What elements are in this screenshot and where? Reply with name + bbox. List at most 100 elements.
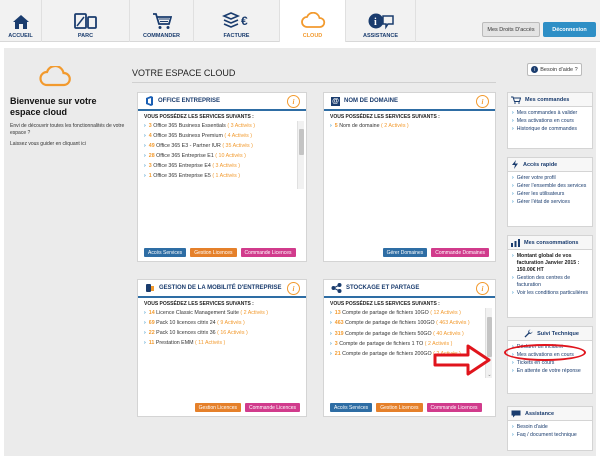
list-item[interactable]: › 4 Office 365 Business Premium ( 4 Activ… (144, 131, 294, 141)
welcome-guide-link[interactable]: Laissez vous guider en cliquant ici (10, 141, 125, 148)
list-item[interactable]: › 13 Compte de partage de fichiers 10GO (… (330, 310, 481, 317)
help-label: Besoin d'aide ? (540, 66, 578, 73)
welcome-panel[interactable]: Bienvenue sur votre espace cloud Envi de… (8, 66, 126, 156)
sidebar-link[interactable]: › Gérer les utilisateurs (512, 191, 588, 198)
sidebar-link[interactable]: › Tickets en cours (512, 360, 588, 367)
info-bubble-icon: i (368, 13, 394, 30)
sidebar-link[interactable]: › Voir les conditions particulières (512, 290, 588, 297)
top-navigation-bar: ACCUEIL PARC COMMANDER € FACTURE CLOUD i… (0, 0, 600, 42)
at-icon: @ (331, 96, 340, 106)
sidebar-quick-access: Accès rapide › Gérer votre profil › Gérer … (507, 157, 593, 227)
sidebar-link[interactable]: › Mes activations en cours (512, 118, 588, 125)
list-item[interactable]: › 14 Licence Classic Management Suite ( 2… (144, 308, 294, 318)
arrow-icon: › (144, 163, 146, 169)
scrollbar[interactable] (297, 121, 304, 189)
nav-parc[interactable]: PARC (42, 0, 130, 42)
manage-domains-button[interactable]: Gérer Domaines (382, 248, 428, 257)
nav-label: FACTURE (223, 33, 250, 39)
arrow-icon: › (144, 340, 146, 346)
sidebar-link[interactable]: › Gérer l'état de services (512, 199, 588, 206)
sidebar-link[interactable]: › Gérer l'ensemble des services (512, 183, 588, 190)
nav-facture[interactable]: € FACTURE (194, 0, 280, 42)
arrow-icon: › (144, 173, 146, 179)
sidebar-link[interactable]: › Gérer votre profil (512, 175, 588, 182)
nav-label: CLOUD (302, 33, 323, 39)
sidebar-link[interactable]: › Historique de commandes (512, 126, 588, 133)
arrow-icon: › (330, 331, 332, 337)
access-rights-button[interactable]: Mes Droits D'accès (482, 22, 540, 37)
info-icon[interactable]: i (287, 282, 300, 295)
logout-button[interactable]: Déconnexion (543, 22, 596, 37)
sidebar-link[interactable]: › Gestion des centres de facturation (512, 275, 588, 289)
service-list: › 3 Office 365 Business Essentials ( 3 Ac… (144, 121, 294, 181)
card-actions: Accès Services Gestion Licences Commande… (330, 403, 482, 412)
manage-licenses-button[interactable]: Gestion Licences (194, 403, 242, 412)
list-item[interactable]: › 319 Compte de partage de fichiers 50GO … (330, 329, 481, 339)
nav-cloud[interactable]: CLOUD (280, 0, 346, 42)
cloud-icon (300, 12, 325, 28)
order-licenses-button[interactable]: Commande Licences (426, 403, 482, 412)
access-services-button[interactable]: Accès Services (144, 248, 187, 257)
office-icon (146, 96, 153, 106)
annotation-ellipse (504, 344, 586, 361)
list-item[interactable]: › 49 Office 365 E3 - Partner IUR ( 35 Act… (144, 141, 294, 151)
sidebar-link[interactable]: › En attente de votre réponse (512, 368, 588, 375)
card-actions: Gestion Licences Commande Licences (194, 403, 300, 412)
list-item[interactable]: › 69 Pack 10 licences citrix 24 ( 9 Activ… (144, 318, 294, 328)
list-item[interactable]: › 5 Nom de domaine ( 2 Activés ) (330, 121, 483, 131)
sidebar-link[interactable]: › Besoin d'aide (512, 424, 588, 431)
euro-layers-icon: € (221, 12, 248, 28)
info-icon[interactable]: i (476, 95, 489, 108)
info-icon: i (531, 66, 539, 73)
sidebar-orders: Mes commandes › Mes commandes à valider ›… (507, 92, 593, 149)
page-title: VOTRE ESPACE CLOUD (132, 68, 236, 78)
card-header: GESTION DE LA MOBILITÉ D'ENTREPRISE i (138, 280, 306, 298)
svg-text:€: € (241, 14, 248, 28)
arrow-icon: › (144, 143, 146, 149)
billing-summary: › Montant global de vos facturation Janvi… (512, 253, 580, 273)
home-icon (12, 15, 29, 29)
list-item[interactable]: › 463 Compte de partage de fichiers 100GO… (330, 320, 481, 327)
card-subtitle: VOUS POSSÉDEZ LES SERVICES SUIVANTS : (144, 114, 254, 120)
bar-chart-icon (511, 238, 520, 247)
arrow-icon: › (330, 123, 332, 129)
annotation-arrow-icon (433, 344, 491, 376)
manage-licenses-button[interactable]: Gestion Licences (190, 248, 237, 257)
list-item[interactable]: › 11 Prestation EMM ( 11 Activés ) (144, 338, 294, 348)
card-subtitle: VOUS POSSÉDEZ LES SERVICES SUIVANTS : (330, 114, 440, 120)
help-button[interactable]: i Besoin d'aide ? (527, 63, 582, 76)
card-title: OFFICE ENTREPRISE (158, 98, 221, 104)
card-subtitle: VOUS POSSÉDEZ LES SERVICES SUIVANTS : (144, 301, 254, 307)
arrow-icon: › (330, 310, 332, 316)
info-icon[interactable]: i (287, 95, 300, 108)
sidebar-link[interactable]: › Mes commandes à valider (512, 110, 588, 117)
card-title: STOCKAGE ET PARTAGE (346, 285, 420, 291)
order-licenses-button[interactable]: Commande Licences (245, 403, 300, 412)
svg-text:i: i (374, 17, 377, 28)
nav-accueil[interactable]: ACCUEIL (0, 0, 42, 42)
list-item[interactable]: › 22 Pack 10 licences citrix 36 ( 16 Acti… (144, 328, 294, 338)
arrow-icon: › (330, 351, 332, 357)
list-item[interactable]: › 28 Office 365 Entreprise E1 ( 10 Activé… (144, 151, 294, 161)
order-domains-button[interactable]: Commande Domaines (431, 248, 489, 257)
nav-commander[interactable]: COMMANDER (130, 0, 194, 42)
cart-icon (152, 13, 172, 29)
arrow-icon: › (144, 320, 146, 326)
sidebar-link[interactable]: › Faq / document technique (512, 432, 588, 439)
domain-card: @ NOM DE DOMAINE i VOUS POSSÉDEZ LES SER… (323, 92, 496, 262)
share-icon (331, 283, 342, 293)
sidebar-assistance: Assistance › Besoin d'aide › Faq / documen… (507, 406, 593, 451)
nav-assistance[interactable]: i ASSISTANCE (346, 0, 416, 42)
service-list: › 5 Nom de domaine ( 2 Activés ) (330, 121, 483, 131)
list-item[interactable]: › 1 Office 365 Entreprise E5 ( 1 Activés … (144, 171, 294, 181)
sidebar-header: Assistance (508, 407, 592, 421)
manage-licenses-button[interactable]: Gestion Licences (376, 403, 423, 412)
access-services-button[interactable]: Accès Services (330, 403, 373, 412)
order-licenses-button[interactable]: Commande Licences (240, 248, 296, 257)
info-icon[interactable]: i (476, 282, 489, 295)
arrow-icon: › (144, 310, 146, 316)
devices-icon (73, 13, 97, 29)
list-item[interactable]: › 3 Office 365 Business Essentials ( 3 Ac… (144, 121, 294, 131)
list-item[interactable]: › 3 Office 365 Entreprise E4 ( 3 Activés … (144, 161, 294, 171)
service-list: › 14 Licence Classic Management Suite ( 2… (144, 308, 294, 348)
